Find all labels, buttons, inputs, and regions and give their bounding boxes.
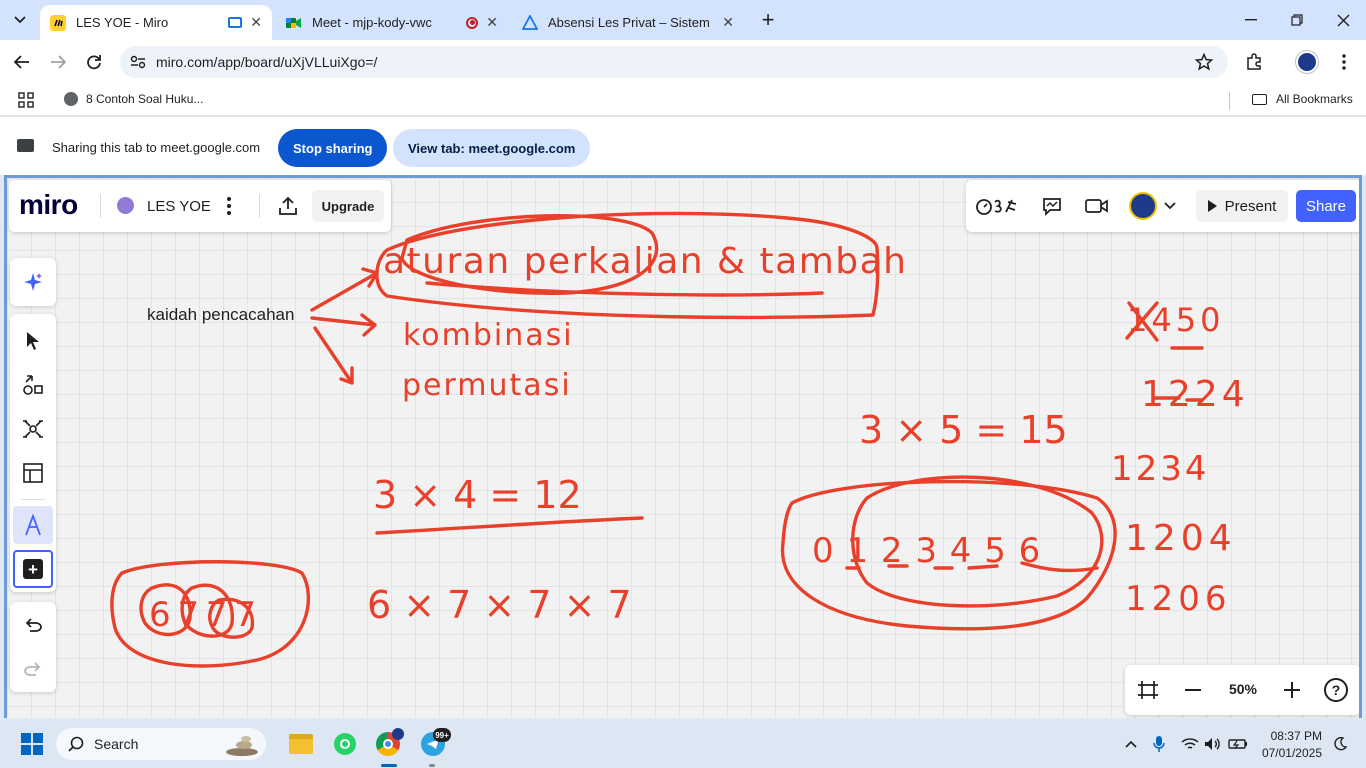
ink-text-1204: 1204 <box>1125 518 1237 559</box>
bookmark-item[interactable]: 8 Contoh Soal Huku... <box>64 92 203 106</box>
file-explorer-icon[interactable] <box>289 734 313 754</box>
taskbar-search-label: Search <box>94 736 139 752</box>
screen-share-icon <box>17 139 34 152</box>
ink-text-1450: 1450 <box>1127 301 1224 339</box>
zoom-in-icon[interactable] <box>1280 678 1304 702</box>
view-tab-button[interactable]: View tab: meet.google.com <box>393 129 591 167</box>
ink-text-6777: 6 7 7 7 <box>149 595 254 635</box>
search-icon <box>68 736 84 752</box>
browser-menu-icon[interactable] <box>1332 50 1356 74</box>
help-button[interactable]: ? <box>1324 678 1348 702</box>
help-icon: ? <box>1331 682 1341 698</box>
ink-text-eq1: 3 × 5 = 15 <box>859 408 1068 452</box>
reload-icon[interactable] <box>82 50 106 74</box>
battery-icon[interactable] <box>1227 734 1249 754</box>
chrome-active-indicator <box>381 764 397 767</box>
miro-favicon-icon <box>50 14 66 31</box>
forward-arrow-icon[interactable] <box>46 50 70 74</box>
tab-les-yoe-miro[interactable]: LES YOE - Miro ✕ <box>40 5 272 40</box>
close-window-icon[interactable] <box>1328 8 1358 32</box>
ink-text-aturan: aturan perkalian & tambah <box>383 241 908 282</box>
sharing-indicator-icon <box>228 17 243 28</box>
back-arrow-icon[interactable] <box>10 50 34 74</box>
tab-meet[interactable]: Meet - mjp-kody-vwc ✕ <box>276 5 508 40</box>
ink-text-eq3: 6 × 7 × 7 × 7 <box>367 583 632 627</box>
bookmark-star-icon[interactable] <box>1192 50 1216 74</box>
google-meet-icon <box>286 15 302 31</box>
profile-avatar[interactable] <box>1296 51 1318 73</box>
ink-text-eq2: 3 × 4 = 12 <box>373 473 582 517</box>
ink-arrow-permutasi <box>313 326 354 385</box>
zoom-out-icon[interactable] <box>1181 678 1205 702</box>
search-highlight-image-icon <box>224 732 260 756</box>
site-info-icon[interactable] <box>130 55 146 69</box>
browser-tab-strip: LES YOE - Miro ✕ Meet - mjp-kody-vwc ✕ A… <box>0 0 1366 40</box>
ink-text-1224: 1224 <box>1141 374 1249 415</box>
extensions-icon[interactable] <box>1242 50 1266 74</box>
all-bookmarks-button[interactable]: All Bookmarks <box>1252 92 1353 106</box>
new-tab-button[interactable]: + <box>756 7 780 32</box>
windows-taskbar: Search 99+ 08:37 PM 07/01/2025 <box>0 720 1366 768</box>
folder-icon <box>1252 93 1267 105</box>
microphone-icon[interactable] <box>1149 734 1169 754</box>
bookmarks-divider <box>1229 92 1230 110</box>
ink-text-kombinasi: kombinasi <box>403 318 574 353</box>
ink-underline-eq2 <box>375 516 644 535</box>
address-bar[interactable]: miro.com/app/board/uXjVLLuiXgo=/ <box>120 46 1228 78</box>
tab-title: LES YOE - Miro <box>76 15 169 30</box>
taskbar-search-box[interactable]: Search <box>56 728 266 760</box>
ink-text-1206: 1206 <box>1125 579 1232 619</box>
sharing-message: Sharing this tab to meet.google.com <box>52 140 261 155</box>
tab-close-icon[interactable]: ✕ <box>486 14 498 31</box>
recording-icon <box>466 16 479 29</box>
handwriting-layer[interactable]: aturan perkalian & tambah kombinasi perm… <box>7 178 1359 718</box>
windows-start-icon[interactable] <box>21 733 43 755</box>
ink-underline-aturan <box>425 281 824 297</box>
fit-to-screen-icon[interactable] <box>1135 678 1161 702</box>
telegram-badge: 99+ <box>433 728 451 742</box>
ink-arrow-kombinasi <box>310 313 377 337</box>
stop-sharing-button[interactable]: Stop sharing <box>278 129 388 167</box>
show-hidden-icons-chevron-icon[interactable] <box>1121 734 1141 754</box>
notifications-moon-icon[interactable] <box>1330 734 1350 754</box>
tab-title: Absensi Les Privat – Sistem Ruang <box>548 15 714 30</box>
ink-text-permutasi: permutasi <box>402 368 572 403</box>
url-text: miro.com/app/board/uXjVLLuiXgo=/ <box>156 54 378 70</box>
globe-icon <box>64 92 78 106</box>
minimize-window-icon[interactable] <box>1236 8 1266 32</box>
tab-title: Meet - mjp-kody-vwc <box>312 15 432 30</box>
tab-close-icon[interactable]: ✕ <box>722 14 734 31</box>
bookmarks-bar: 8 Contoh Soal Huku... All Bookmarks <box>0 84 1366 116</box>
ink-text-nums: 0 1 2 3 4 5 6 <box>812 531 1041 571</box>
ink-arrow-aturan <box>310 267 379 312</box>
tab-search-icon[interactable] <box>8 8 32 32</box>
clock-time[interactable]: 08:37 PM <box>1256 729 1322 743</box>
zoom-panel: 50% ? <box>1125 665 1359 715</box>
clock-date[interactable]: 07/01/2025 <box>1256 746 1322 760</box>
all-bookmarks-label: All Bookmarks <box>1276 92 1353 106</box>
volume-icon[interactable] <box>1203 734 1223 754</box>
miro-board-canvas[interactable]: miro LES YOE Upgrade Present Share + kai… <box>4 175 1362 718</box>
apps-grid-icon[interactable] <box>16 91 36 109</box>
bookmark-label: 8 Contoh Soal Huku... <box>86 92 204 106</box>
tab-absensi[interactable]: Absensi Les Privat – Sistem Ruang ✕ <box>512 5 744 40</box>
restore-window-icon[interactable] <box>1282 8 1312 32</box>
wifi-icon[interactable] <box>1180 734 1200 754</box>
chrome-profile-badge <box>392 728 404 740</box>
browser-toolbar: miro.com/app/board/uXjVLLuiXgo=/ <box>0 40 1366 84</box>
whatsapp-icon[interactable] <box>334 733 356 755</box>
sites-favicon-icon <box>522 14 538 31</box>
telegram-running-indicator <box>429 764 435 767</box>
tab-close-icon[interactable]: ✕ <box>250 14 262 31</box>
ink-text-1234: 1234 <box>1111 449 1210 489</box>
tab-sharing-bar: Sharing this tab to meet.google.com Stop… <box>0 117 1366 175</box>
zoom-level[interactable]: 50% <box>1223 681 1263 697</box>
